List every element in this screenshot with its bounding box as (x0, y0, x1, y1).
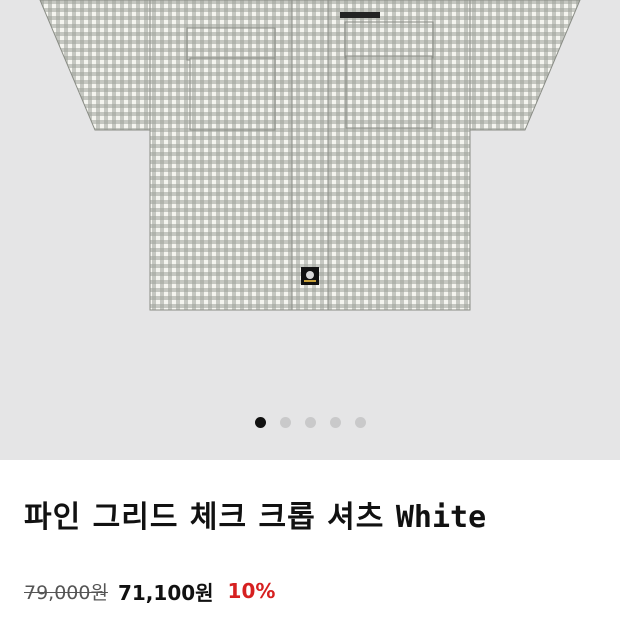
discount-rate: 10% (227, 579, 276, 603)
original-price: 79,000원 (24, 581, 108, 604)
gallery-dot-3[interactable] (304, 416, 316, 428)
sale-price: 71,100원 (117, 580, 214, 605)
gallery-pagination (0, 412, 620, 432)
price-row: 79,000원 71,100원 10% (24, 574, 275, 608)
product-title-ko: 파인 그리드 체크 크롭 셔츠 (24, 500, 385, 535)
gallery-dot-5[interactable] (354, 416, 366, 428)
product-title-color: White (395, 500, 487, 535)
product-image-shirt (39, 0, 581, 311)
product-image-gallery[interactable] (0, 0, 620, 460)
product-title: 파인 그리드 체크 크롭 셔츠 White (24, 496, 486, 540)
gallery-dot-1[interactable] (254, 416, 266, 428)
gallery-dot-2[interactable] (279, 416, 291, 428)
gallery-dot-4[interactable] (329, 416, 341, 428)
